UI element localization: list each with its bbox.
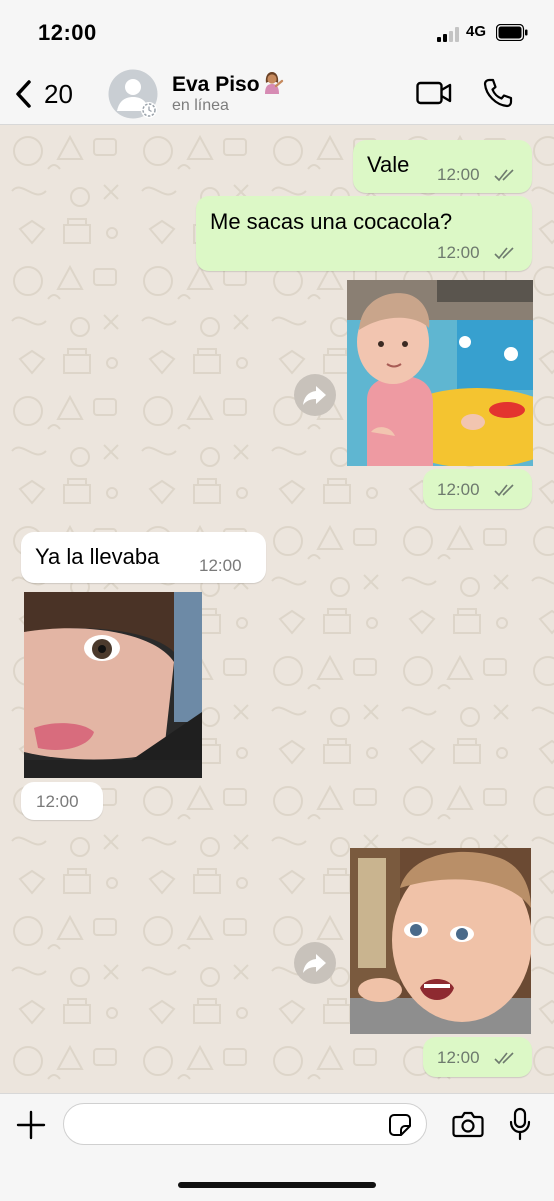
home-indicator[interactable] xyxy=(178,1182,376,1188)
message-bubble[interactable]: Vale 12:00 xyxy=(353,140,532,193)
phone-icon xyxy=(483,78,513,108)
message-time: 12:00 xyxy=(437,165,480,184)
sticker-button[interactable] xyxy=(388,1113,412,1137)
signal-icon xyxy=(437,26,463,42)
microphone-icon xyxy=(509,1107,531,1141)
message-bubble[interactable]: Me sacas una cocacola? 12:00 xyxy=(196,196,532,271)
message-time: 12:00 xyxy=(199,556,242,575)
voice-call-button[interactable] xyxy=(482,77,514,109)
attach-button[interactable] xyxy=(16,1110,46,1140)
contact-status: en línea xyxy=(172,97,229,114)
forward-arrow-icon xyxy=(303,954,326,973)
video-call-button[interactable] xyxy=(416,78,452,108)
chat-area[interactable]: Vale 12:00 Me sacas una cocacola? 12:00 xyxy=(0,125,554,1093)
message-time: 12:00 xyxy=(36,792,79,811)
unread-count: 20 xyxy=(44,78,73,109)
forward-arrow-icon xyxy=(303,386,326,405)
message-bubble[interactable]: Ya la llevaba 12:00 xyxy=(21,532,266,583)
forward-button[interactable] xyxy=(294,374,336,416)
double-check-icon xyxy=(494,1052,514,1065)
video-camera-icon xyxy=(416,81,452,105)
image-message-baby-in-pool[interactable] xyxy=(347,280,533,466)
message-text: Ya la llevaba xyxy=(35,544,160,569)
plus-icon xyxy=(16,1110,46,1140)
double-check-icon xyxy=(494,484,514,497)
battery-icon xyxy=(496,24,528,41)
message-time: 12:00 xyxy=(437,480,480,499)
message-time: 12:00 xyxy=(437,1048,480,1067)
message-input[interactable] xyxy=(63,1103,427,1145)
message-time-bubble[interactable]: 12:00 xyxy=(21,782,103,820)
contact-name[interactable]: Eva Piso xyxy=(172,70,284,97)
image-message-toddler-tongue[interactable] xyxy=(24,592,202,778)
status-time: 12:00 xyxy=(38,20,97,45)
image-message-smiling-toddler[interactable] xyxy=(350,848,531,1034)
status-bar: 12:00 4G xyxy=(0,0,554,64)
message-time-bubble[interactable]: 12:00 xyxy=(423,469,532,509)
double-check-icon xyxy=(494,169,514,182)
message-time: 12:00 xyxy=(437,243,480,262)
sticker-icon xyxy=(389,1114,411,1136)
chevron-left-icon xyxy=(16,80,31,108)
message-text: Vale xyxy=(367,152,410,177)
message-text: Me sacas una cocacola? xyxy=(210,209,453,234)
double-check-icon xyxy=(494,247,514,260)
message-time-bubble[interactable]: 12:00 xyxy=(423,1037,532,1077)
chat-header: 20 Eva Piso en línea xyxy=(0,64,554,125)
contact-name-text: Eva Piso xyxy=(172,73,260,96)
camera-button[interactable] xyxy=(452,1110,484,1138)
avatar[interactable] xyxy=(108,69,158,119)
camera-icon xyxy=(452,1111,484,1138)
forward-button[interactable] xyxy=(294,942,336,984)
network-label: 4G xyxy=(466,23,487,40)
mic-button[interactable] xyxy=(508,1107,532,1141)
back-button[interactable]: 20 xyxy=(14,74,94,114)
person-tipping-hand-emoji-icon xyxy=(264,72,283,94)
